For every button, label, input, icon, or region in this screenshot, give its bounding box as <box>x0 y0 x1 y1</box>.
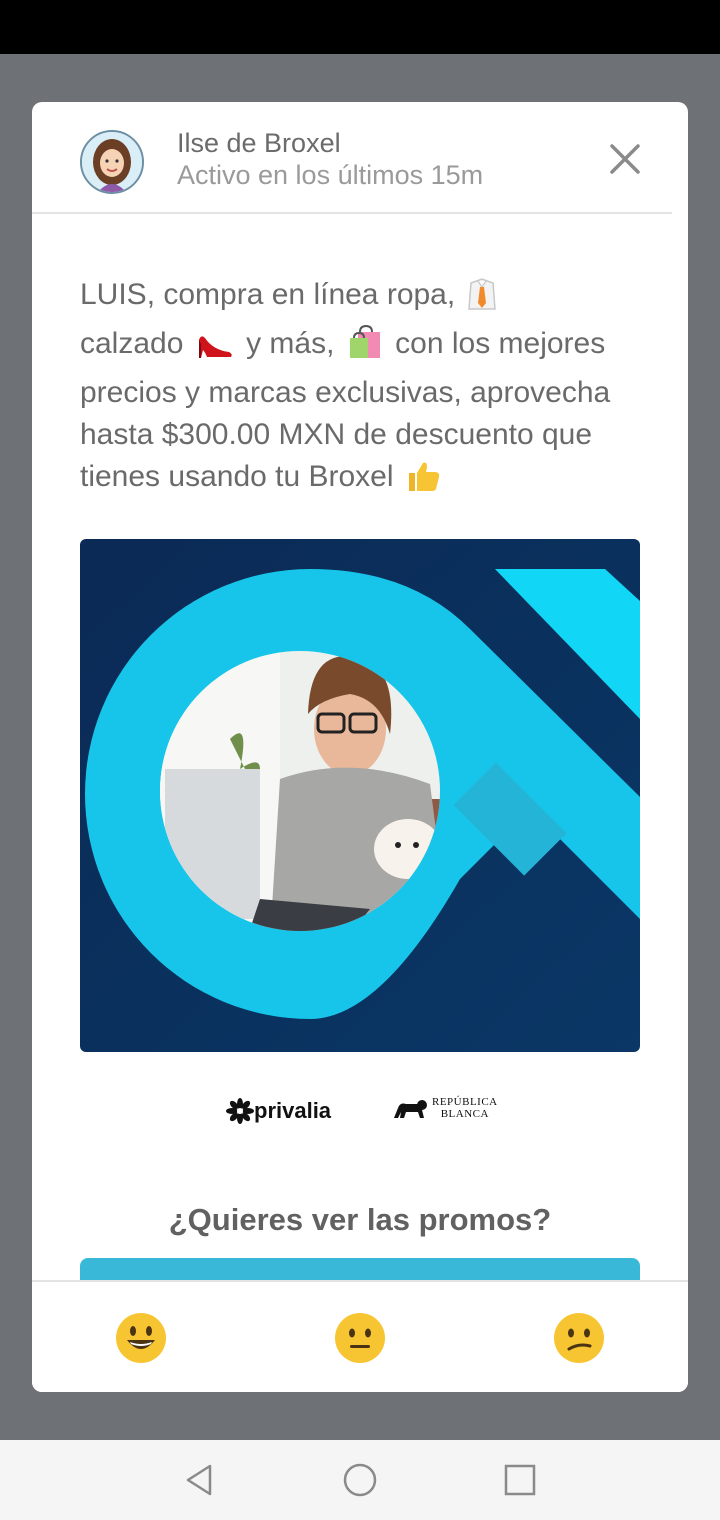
privalia-flower-icon <box>226 1098 254 1124</box>
partner-brands: privalia República Blanca <box>222 1094 502 1130</box>
reaction-neutral-button[interactable] <box>334 1312 386 1364</box>
message-part-3: y más, <box>246 327 335 360</box>
close-icon <box>610 144 640 174</box>
neutral-face-icon <box>335 1313 385 1363</box>
grinning-face-icon <box>116 1313 166 1363</box>
home-icon <box>343 1463 377 1497</box>
sender-status: Activo en los últimos 15m <box>177 160 484 190</box>
confused-face-icon <box>554 1313 604 1363</box>
shopping-bags-emoji <box>346 324 384 372</box>
close-button[interactable] <box>606 140 644 178</box>
high-heel-emoji <box>195 330 235 372</box>
view-promos-button[interactable] <box>80 1258 640 1280</box>
privalia-label: privalia <box>254 1098 332 1123</box>
message-part-1: LUIS, compra en línea ropa, <box>80 278 456 311</box>
message-text: LUIS, compra en línea ropa, calzado y má… <box>80 274 645 505</box>
message-content: LUIS, compra en línea ropa, calzado y má… <box>32 214 688 1280</box>
card-header: Ilse de Broxel Activo en los últimos 15m <box>32 102 672 214</box>
nav-back-button[interactable] <box>180 1460 220 1500</box>
republica-blanca-logo: República Blanca <box>392 1096 498 1120</box>
status-bar <box>0 0 720 54</box>
avatar <box>80 130 144 194</box>
privalia-logo: privalia <box>226 1098 331 1124</box>
reaction-happy-button[interactable] <box>115 1312 167 1364</box>
android-nav-bar <box>0 1440 720 1520</box>
recents-icon <box>504 1464 536 1496</box>
republica-line-2: Blanca <box>440 1108 489 1120</box>
reaction-confused-button[interactable] <box>553 1312 605 1364</box>
back-icon <box>186 1464 212 1496</box>
lion-icon <box>394 1100 427 1118</box>
message-card: Ilse de Broxel Activo en los últimos 15m… <box>32 102 688 1392</box>
sender-name: Ilse de Broxel <box>177 128 341 158</box>
republica-line-1: República <box>432 1096 498 1108</box>
promo-question: ¿Quieres ver las promos? <box>168 1202 552 1237</box>
nav-home-button[interactable] <box>340 1460 380 1500</box>
thumbs-up-emoji <box>405 459 441 505</box>
shirt-tie-emoji <box>467 277 497 323</box>
nav-recents-button[interactable] <box>500 1460 540 1500</box>
reaction-bar <box>32 1280 688 1392</box>
promo-image <box>80 539 640 1052</box>
message-part-2: calzado <box>80 327 184 360</box>
